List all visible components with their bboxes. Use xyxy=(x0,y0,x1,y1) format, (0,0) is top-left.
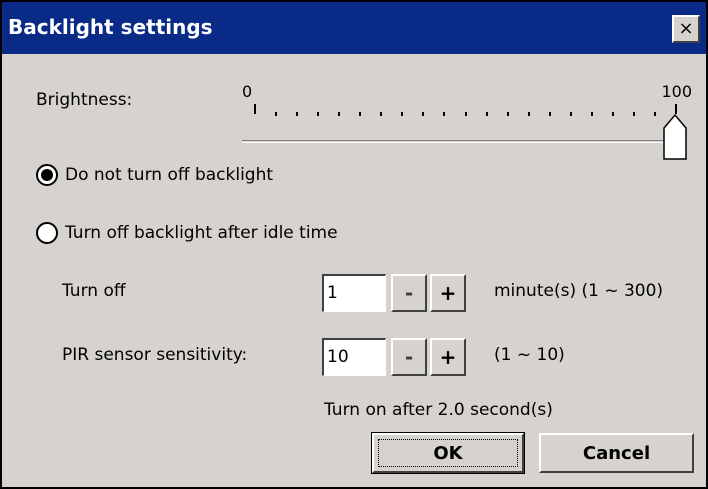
ok-button-label: OK xyxy=(433,442,463,464)
slider-tick xyxy=(528,112,530,116)
slider-tick xyxy=(317,112,319,116)
cancel-button-label: Cancel xyxy=(582,442,651,464)
radio-turn-off-after-idle[interactable]: Turn off backlight after idle time xyxy=(36,220,338,246)
slider-tick xyxy=(296,112,298,116)
pir-range-text: (1 ~ 10) xyxy=(494,345,565,365)
pir-increment-button[interactable]: + xyxy=(430,338,466,376)
slider-tick xyxy=(591,112,593,116)
brightness-slider[interactable]: 0 100 xyxy=(242,80,692,162)
radio-button-unchecked[interactable] xyxy=(36,222,58,244)
turn-off-decrement-button[interactable]: - xyxy=(391,274,427,312)
brightness-label: Brightness: xyxy=(36,90,133,110)
slider-tick xyxy=(633,112,635,116)
turn-off-range-text: minute(s) (1 ~ 300) xyxy=(494,281,664,301)
turn-off-label: Turn off xyxy=(62,281,126,301)
close-icon: × xyxy=(678,18,694,39)
pir-sensitivity-label: PIR sensor sensitivity: xyxy=(62,345,248,365)
slider-tick xyxy=(359,112,361,116)
slider-tick xyxy=(507,112,509,116)
slider-tick xyxy=(654,112,656,116)
slider-tick xyxy=(338,112,340,116)
turn-off-increment-button[interactable]: + xyxy=(430,274,466,312)
pir-sensitivity-input[interactable]: 10 xyxy=(322,338,386,376)
title-bar: Backlight settings × xyxy=(2,2,706,54)
dialog-title: Backlight settings xyxy=(8,15,213,39)
pir-decrement-button[interactable]: - xyxy=(391,338,427,376)
slider-track xyxy=(242,140,682,143)
radio-do-not-turn-off[interactable]: Do not turn off backlight xyxy=(36,162,273,188)
radio-label-turn-off-after-idle: Turn off backlight after idle time xyxy=(65,223,338,243)
slider-tick xyxy=(380,112,382,116)
slider-tick xyxy=(254,104,256,114)
cancel-button[interactable]: Cancel xyxy=(539,433,694,473)
close-button[interactable]: × xyxy=(672,15,700,43)
slider-tick xyxy=(675,104,677,114)
slider-tick xyxy=(465,112,467,116)
slider-tick xyxy=(549,112,551,116)
slider-tick xyxy=(443,112,445,116)
slider-tick xyxy=(486,112,488,116)
backlight-settings-dialog: Backlight settings × Brightness: 0 100 D… xyxy=(0,0,708,489)
ok-button[interactable]: OK xyxy=(371,432,525,474)
radio-label-do-not-turn-off: Do not turn off backlight xyxy=(65,165,274,185)
slider-thumb[interactable] xyxy=(663,114,687,160)
turn-on-delay-text: Turn on after 2.0 second(s) xyxy=(324,400,553,420)
slider-tick xyxy=(570,112,572,116)
turn-off-minutes-input[interactable]: 1 xyxy=(322,274,386,312)
slider-tick xyxy=(422,112,424,116)
slider-ticks xyxy=(254,104,677,116)
radio-button-checked[interactable] xyxy=(36,164,58,186)
slider-tick xyxy=(612,112,614,116)
slider-tick xyxy=(401,112,403,116)
slider-tick xyxy=(275,112,277,116)
